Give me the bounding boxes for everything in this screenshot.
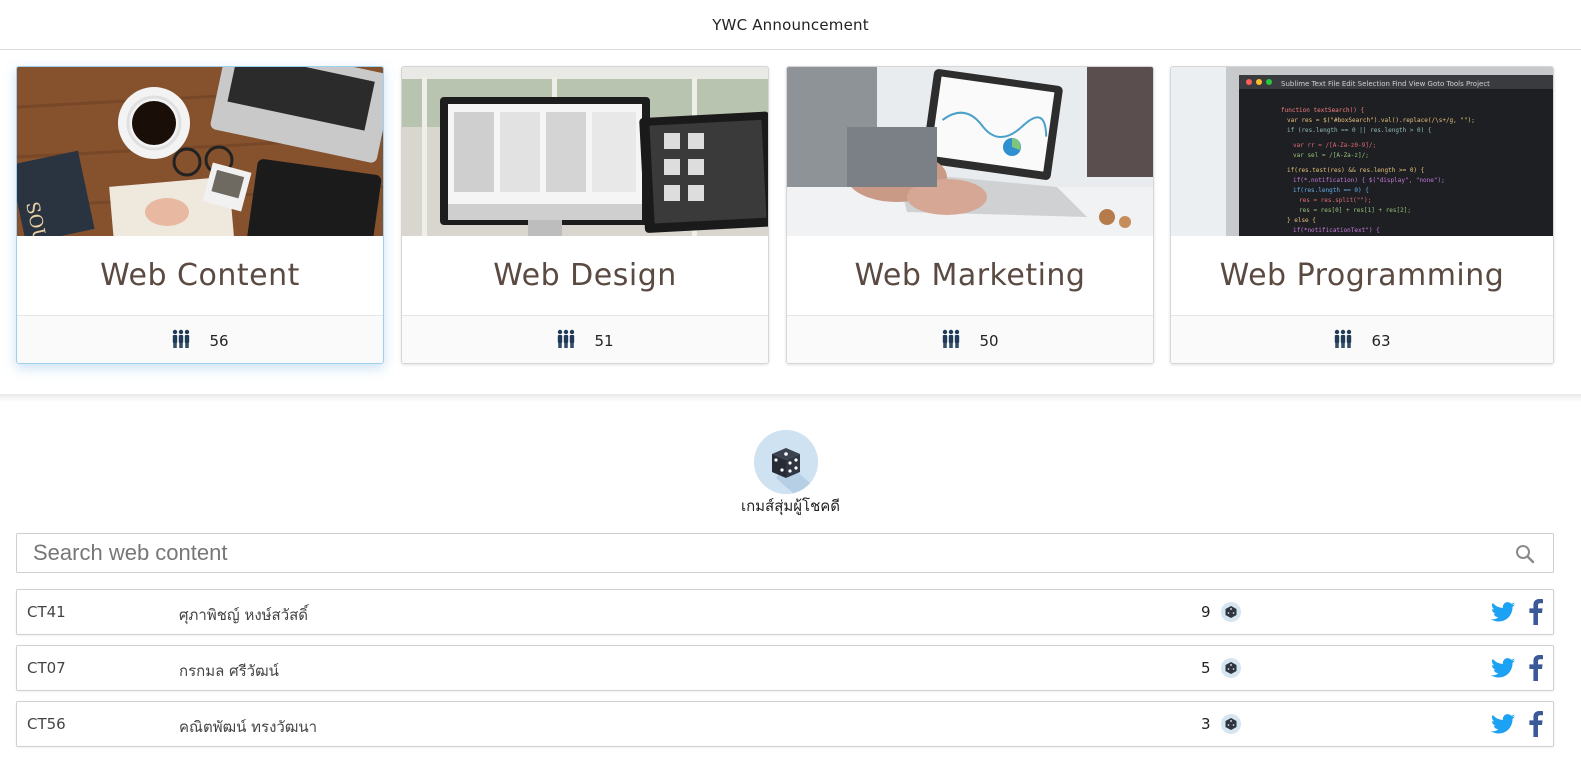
card-web-content[interactable]: SOUL Web Content 56 — [16, 66, 384, 364]
card-title: Web Marketing — [854, 258, 1086, 293]
web-content-image: SOUL — [17, 67, 383, 236]
svg-text:var sel = /[A-Za-z]/;: var sel = /[A-Za-z]/; — [1293, 152, 1369, 159]
candidate-id: CT41 — [27, 603, 66, 621]
score-dice-icon — [1221, 602, 1241, 622]
svg-text:if(*.notification) { $("displa: if(*.notification) { $("display", "none"… — [1293, 177, 1445, 184]
svg-text:res = res.split("");: res = res.split(""); — [1299, 197, 1371, 204]
twitter-icon[interactable] — [1491, 601, 1515, 623]
dice-icon — [754, 430, 818, 494]
people-icon — [556, 329, 576, 353]
candidate-name: ศุภาพิชญ์ หงษ์สวัสดิ์ — [179, 606, 309, 624]
major-cards: SOUL Web Content 56 Web Design 51 Web Ma… — [16, 66, 1570, 366]
candidate-name: กรกมล ศรีวัฒน์ — [179, 662, 279, 680]
candidate-score: 5 — [1201, 659, 1211, 677]
search-icon[interactable] — [1515, 544, 1535, 564]
member-count: 51 — [594, 332, 614, 350]
twitter-icon[interactable] — [1491, 713, 1515, 735]
list-item: CT07 กรกมล ศรีวัฒน์ 5 — [16, 645, 1554, 691]
top-bar: YWC Announcement — [0, 0, 1581, 50]
card-footer: 56 — [17, 315, 383, 363]
people-icon — [941, 329, 961, 353]
svg-text:var res = $("#boxSearch").val(: var res = $("#boxSearch").val().replace(… — [1287, 117, 1475, 124]
candidate-id: CT07 — [27, 659, 66, 677]
card-footer: 63 — [1171, 315, 1553, 363]
page-title: YWC Announcement — [712, 15, 869, 34]
facebook-icon[interactable] — [1529, 711, 1543, 737]
svg-text:} else {: } else { — [1287, 217, 1316, 224]
random-game-label: เกมส์สุ่มผู้โชคดี — [740, 497, 841, 515]
svg-text:function textSearch() {: function textSearch() { — [1281, 107, 1364, 114]
card-web-marketing[interactable]: Web Marketing 50 — [786, 66, 1154, 364]
card-web-programming[interactable]: Sublime Text File Edit Selection Find Vi… — [1170, 66, 1554, 364]
web-design-image — [402, 67, 768, 236]
facebook-icon[interactable] — [1529, 599, 1543, 625]
candidate-score: 3 — [1201, 715, 1211, 733]
card-footer: 51 — [402, 315, 768, 363]
member-count: 56 — [209, 332, 229, 350]
svg-text:Sublime Text File Edit Sele: Sublime Text File Edit Selection Find Vi… — [1281, 80, 1490, 88]
candidate-name: คณิตพัฒน์ ทรงวัฒนา — [179, 718, 318, 736]
svg-text:var rr = /[A-Za-z0-9]/;: var rr = /[A-Za-z0-9]/; — [1293, 142, 1376, 149]
svg-text:if (res.length == 0 || res.len: if (res.length == 0 || res.length > 0) { — [1287, 127, 1432, 134]
svg-text:if(res.length == 0) {: if(res.length == 0) { — [1293, 187, 1369, 194]
candidate-score: 9 — [1201, 603, 1211, 621]
twitter-icon[interactable] — [1491, 657, 1515, 679]
score-dice-icon — [1221, 658, 1241, 678]
score-dice-icon — [1221, 714, 1241, 734]
card-title: Web Programming — [1219, 258, 1505, 293]
list-item: CT56 คณิตพัฒน์ ทรงวัฒนา 3 — [16, 701, 1554, 747]
card-web-design[interactable]: Web Design 51 — [401, 66, 769, 364]
card-footer: 50 — [787, 315, 1153, 363]
facebook-icon[interactable] — [1529, 655, 1543, 681]
people-icon — [1333, 329, 1353, 353]
web-programming-image: Sublime Text File Edit Selection Find Vi… — [1171, 67, 1553, 236]
svg-text:if(*notificationText") {: if(*notificationText") { — [1293, 227, 1380, 234]
section-divider — [0, 394, 1581, 402]
svg-text:if(res.test(res) && res.length: if(res.test(res) && res.length >= 0) { — [1287, 167, 1424, 174]
card-title: Web Design — [493, 258, 677, 293]
random-game-button[interactable] — [754, 430, 818, 494]
candidate-id: CT56 — [27, 715, 66, 733]
svg-text:res = res[0] + res[1] + res[2]: res = res[0] + res[1] + res[2]; — [1299, 207, 1411, 214]
list-item: CT41 ศุภาพิชญ์ หงษ์สวัสดิ์ 9 — [16, 589, 1554, 635]
card-title: Web Content — [100, 258, 300, 293]
search-input[interactable] — [17, 534, 1497, 572]
member-count: 50 — [979, 332, 999, 350]
people-icon — [171, 329, 191, 353]
member-count: 63 — [1371, 332, 1391, 350]
web-marketing-image — [787, 67, 1153, 236]
search-bar — [16, 533, 1554, 573]
